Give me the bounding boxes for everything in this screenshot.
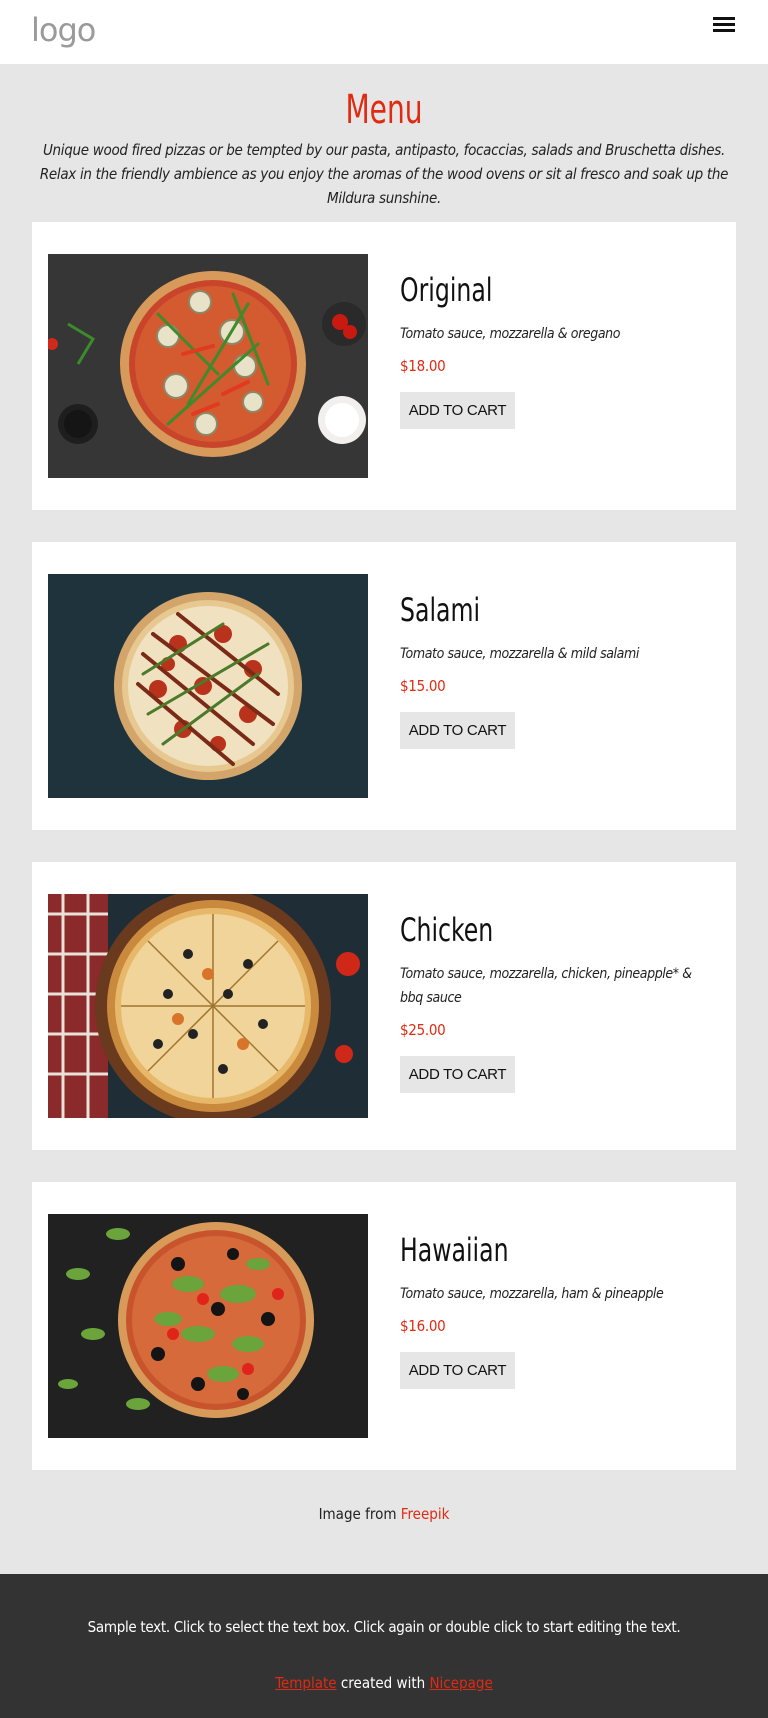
- site-header: logo: [0, 0, 768, 64]
- pizza-chicken-image: [48, 894, 368, 1118]
- item-description: Tomato sauce, mozzarella & mild salami: [400, 646, 639, 662]
- item-price: $25.00: [400, 1021, 446, 1039]
- menu-intro-text: Unique wood fired pizzas or be tempted b…: [39, 141, 729, 207]
- menu-item-card: Hawaiian Tomato sauce, mozzarella, ham &…: [32, 1182, 736, 1470]
- menu-item-card: Original Tomato sauce, mozzarella & oreg…: [32, 222, 736, 510]
- pizza-hawaiian-image: [48, 1214, 368, 1438]
- item-name: Original: [400, 271, 493, 309]
- item-price: $16.00: [400, 1317, 446, 1335]
- site-footer: Sample text. Click to select the text bo…: [0, 1574, 768, 1718]
- add-to-cart-button[interactable]: ADD TO CART: [400, 712, 515, 749]
- menu-section: Menu Unique wood fired pizzas or be temp…: [0, 64, 768, 210]
- menu-item-card: Salami Tomato sauce, mozzarella & mild s…: [32, 542, 736, 830]
- nicepage-link[interactable]: Nicepage: [429, 1674, 492, 1692]
- add-to-cart-button[interactable]: ADD TO CART: [400, 1056, 515, 1093]
- created-with-text: created with: [340, 1674, 426, 1692]
- logo[interactable]: logo: [31, 10, 96, 50]
- freepik-link[interactable]: Freepik: [401, 1505, 450, 1523]
- menu-item-info: Chicken Tomato sauce, mozzarella, chicke…: [400, 910, 710, 1093]
- hamburger-bar: [713, 29, 735, 32]
- credit-prefix: Image from: [318, 1505, 397, 1523]
- item-description: Tomato sauce, mozzarella, chicken, pinea…: [400, 966, 692, 1006]
- add-to-cart-button[interactable]: ADD TO CART: [400, 1352, 515, 1389]
- image-credit: Image from Freepik: [0, 1504, 768, 1524]
- pizza-original-image: [48, 254, 368, 478]
- template-link[interactable]: Template: [275, 1674, 336, 1692]
- hamburger-menu-icon[interactable]: [713, 17, 735, 34]
- item-name: Salami: [400, 591, 481, 629]
- menu-item-info: Salami Tomato sauce, mozzarella & mild s…: [400, 590, 710, 749]
- hamburger-bar: [713, 23, 735, 26]
- item-price: $15.00: [400, 677, 446, 695]
- add-to-cart-button[interactable]: ADD TO CART: [400, 392, 515, 429]
- pizza-salami-image: [48, 574, 368, 798]
- item-name: Chicken: [400, 911, 494, 949]
- menu-item-info: Hawaiian Tomato sauce, mozzarella, ham &…: [400, 1230, 710, 1389]
- footer-credit: Template created with Nicepage: [0, 1674, 768, 1692]
- menu-item-info: Original Tomato sauce, mozzarella & oreg…: [400, 270, 710, 429]
- page-title: Menu: [345, 87, 423, 133]
- item-name: Hawaiian: [400, 1231, 509, 1269]
- hamburger-bar: [713, 17, 735, 20]
- item-description: Tomato sauce, mozzarella, ham & pineappl…: [400, 1286, 664, 1302]
- menu-item-card: Chicken Tomato sauce, mozzarella, chicke…: [32, 862, 736, 1150]
- item-price: $18.00: [400, 357, 446, 375]
- footer-sample-text: Sample text. Click to select the text bo…: [87, 1618, 681, 1636]
- item-description: Tomato sauce, mozzarella & oregano: [400, 326, 621, 342]
